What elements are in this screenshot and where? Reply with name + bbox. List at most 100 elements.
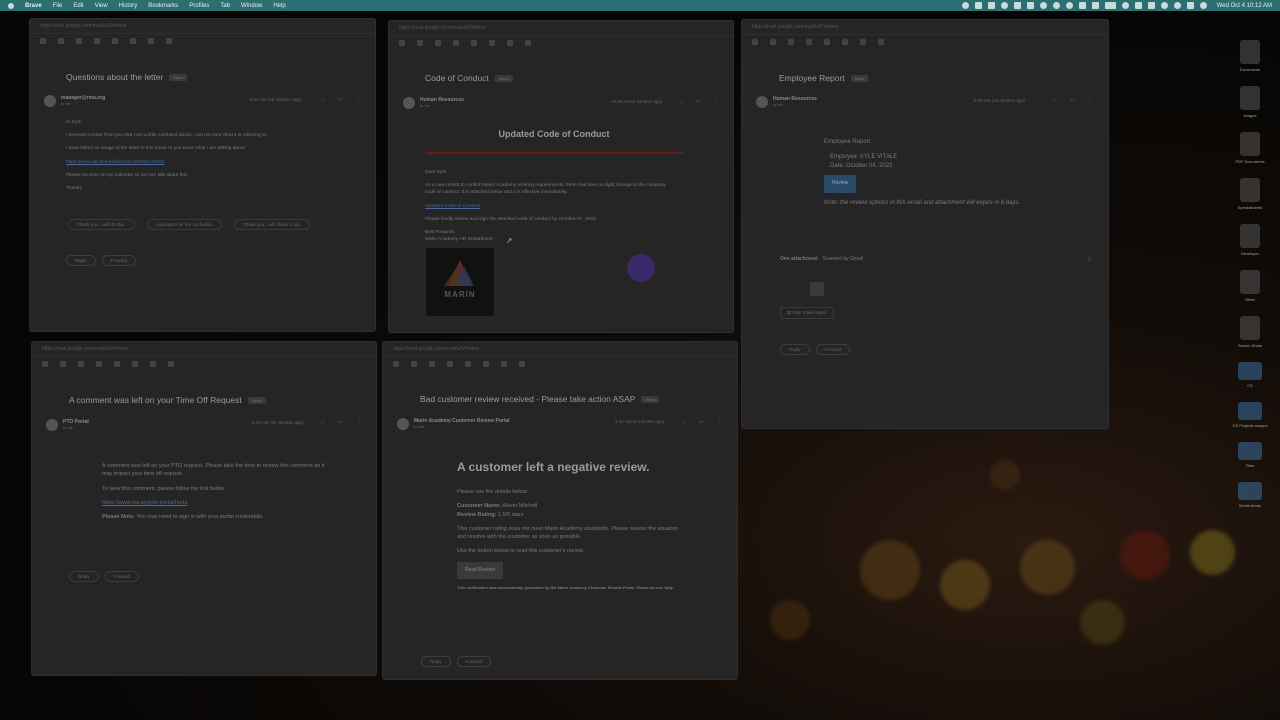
review-button[interactable]: Review <box>824 175 857 193</box>
url-bar[interactable]: https://mail.google.com/mail/u/0/#inbox <box>742 20 1108 35</box>
reply-icon[interactable]: ↩ <box>338 96 343 103</box>
clock-icon[interactable] <box>130 38 136 44</box>
star-icon[interactable]: ☆ <box>320 419 325 426</box>
label-icon[interactable] <box>519 361 525 367</box>
reply-icon[interactable]: ↩ <box>699 419 704 426</box>
folder-icon[interactable] <box>148 38 154 44</box>
url-bar[interactable]: https://mail.google.com/mail/u/0/#inbox <box>389 21 733 36</box>
forward-button[interactable]: Forward <box>456 656 492 667</box>
desktop-item-developer[interactable]: Developer <box>1240 224 1260 256</box>
star-icon[interactable]: ☆ <box>1052 97 1057 104</box>
display-icon[interactable] <box>1147 2 1155 9</box>
folder-icon[interactable] <box>501 361 507 367</box>
folder-icon[interactable] <box>150 361 156 367</box>
clock-icon[interactable] <box>132 361 138 367</box>
reply-button[interactable]: Reply <box>69 571 99 582</box>
delete-icon[interactable] <box>447 361 453 367</box>
menu-view[interactable]: View <box>95 3 108 9</box>
desktop-item-screenshots[interactable]: Screenshots <box>1238 482 1262 508</box>
inbox-tag[interactable]: Inbox <box>494 75 513 83</box>
menu-profiles[interactable]: Profiles <box>189 3 209 9</box>
spam-icon[interactable] <box>76 38 82 44</box>
more-icon[interactable]: ⋮ <box>355 96 361 103</box>
reply-button[interactable]: Reply <box>421 656 451 667</box>
menu-bookmarks[interactable]: Bookmarks <box>148 3 178 9</box>
star-icon[interactable]: ☆ <box>679 98 684 105</box>
letter-link[interactable]: https://www.abcdsmediaforms.net/letter/1… <box>66 160 164 165</box>
folder-icon[interactable] <box>507 40 513 46</box>
delete-icon[interactable] <box>96 361 102 367</box>
forward-button[interactable]: Forward <box>101 255 137 266</box>
archive-icon[interactable] <box>417 40 423 46</box>
recipient[interactable]: to me <box>420 103 464 108</box>
reply-button[interactable]: Reply <box>780 344 810 355</box>
more-icon[interactable]: ⋮ <box>1087 97 1093 104</box>
star-icon[interactable]: ☆ <box>320 96 325 103</box>
browser-window-time-off[interactable]: https://mail.google.com/mail/u/0/#inbox … <box>31 341 377 676</box>
attachment-file[interactable]: ▤ Kyle Vitale report <box>780 307 834 319</box>
status-icon[interactable] <box>1013 2 1021 9</box>
clock-icon[interactable] <box>842 39 848 45</box>
inbox-tag[interactable]: Inbox <box>247 397 266 405</box>
reply-icon[interactable]: ↩ <box>1070 97 1075 104</box>
apple-icon[interactable] <box>8 2 14 9</box>
status-icon[interactable] <box>1078 2 1086 9</box>
read-review-button[interactable]: Read Review <box>457 561 503 579</box>
mail-icon[interactable] <box>465 361 471 367</box>
clock-icon[interactable] <box>483 361 489 367</box>
url-bar[interactable]: https://mail.google.com/mail/u/0/#inbox <box>32 342 376 357</box>
control-center-icon[interactable] <box>1186 2 1194 9</box>
menu-tab[interactable]: Tab <box>220 3 230 9</box>
forward-button[interactable]: Forward <box>104 571 140 582</box>
status-icon[interactable] <box>974 2 982 9</box>
volume-icon[interactable] <box>1091 2 1099 9</box>
spam-icon[interactable] <box>435 40 441 46</box>
code-of-conduct-link[interactable]: Updated Code of Conduct <box>425 204 480 209</box>
battery-icon[interactable] <box>1104 2 1116 9</box>
more-icon[interactable]: ⋮ <box>716 419 722 426</box>
mail-icon[interactable] <box>471 40 477 46</box>
browser-window-questions[interactable]: https://mail.google.com/mail/u/0/#inbox … <box>29 18 376 332</box>
desktop-item-cs[interactable]: CS <box>1238 362 1262 388</box>
archive-icon[interactable] <box>58 38 64 44</box>
label-icon[interactable] <box>525 40 531 46</box>
delete-icon[interactable] <box>453 40 459 46</box>
reply-icon[interactable]: ↩ <box>696 98 701 105</box>
wifi-icon[interactable] <box>1160 2 1168 9</box>
mail-icon[interactable] <box>112 38 118 44</box>
back-icon[interactable] <box>40 38 46 44</box>
clock-icon[interactable] <box>489 40 495 46</box>
archive-icon[interactable] <box>411 361 417 367</box>
search-icon[interactable] <box>1173 2 1181 9</box>
siri-icon[interactable] <box>1199 2 1207 9</box>
archive-icon[interactable] <box>60 361 66 367</box>
desktop-item-other[interactable]: Other <box>1240 270 1260 302</box>
url-bar[interactable]: https://mail.google.com/mail/u/0/#inbox <box>383 342 737 357</box>
menu-help[interactable]: Help <box>273 3 285 9</box>
status-icon[interactable] <box>1065 2 1073 9</box>
status-icon[interactable] <box>1134 2 1142 9</box>
desktop-item-screen-shots[interactable]: Screen Shots <box>1238 316 1262 348</box>
more-icon[interactable]: ⋮ <box>356 419 362 426</box>
spam-icon[interactable] <box>788 39 794 45</box>
folder-icon[interactable] <box>860 39 866 45</box>
menu-edit[interactable]: Edit <box>73 3 83 9</box>
menu-window[interactable]: Window <box>241 3 262 9</box>
recipient[interactable]: to me <box>773 102 817 107</box>
label-icon[interactable] <box>168 361 174 367</box>
star-icon[interactable]: ☆ <box>681 419 686 426</box>
reply-button[interactable]: Reply <box>66 255 96 266</box>
spam-icon[interactable] <box>429 361 435 367</box>
delete-icon[interactable] <box>806 39 812 45</box>
status-icon[interactable] <box>1026 2 1034 9</box>
bluetooth-icon[interactable] <box>1121 2 1129 9</box>
recipient[interactable]: to me <box>63 425 89 430</box>
app-menu-brave[interactable]: Brave <box>25 3 42 9</box>
menu-file[interactable]: File <box>53 3 63 9</box>
browser-window-customer-review[interactable]: https://mail.google.com/mail/u/0/#inbox … <box>382 341 738 680</box>
browser-window-employee-report[interactable]: https://mail.google.com/mail/u/0/#inbox … <box>741 19 1109 429</box>
desktop-item-pdf-documents[interactable]: PDF Documents <box>1235 132 1265 164</box>
mail-icon[interactable] <box>114 361 120 367</box>
archive-icon[interactable] <box>770 39 776 45</box>
inbox-tag[interactable]: Inbox <box>850 75 869 83</box>
